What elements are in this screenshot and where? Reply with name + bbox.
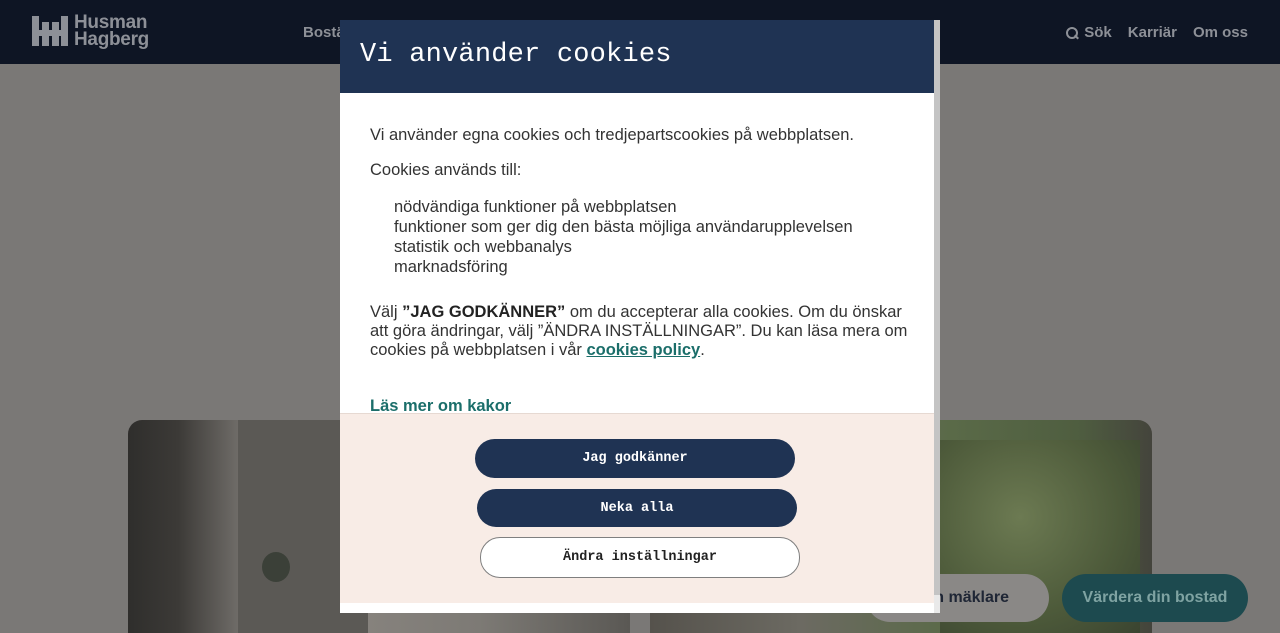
used-for-label: Cookies används till: [370, 161, 522, 179]
list-item: marknadsföring [394, 258, 508, 276]
cookie-policy-link[interactable]: cookies policy [586, 341, 700, 359]
cookie-uses-list: nödvändiga funktioner på webbplatsen fun… [394, 197, 853, 277]
dialog-footer: Jag godkänner Neka alla Ändra inställnin… [340, 413, 934, 603]
intro-text: Vi använder egna cookies och tredjeparts… [370, 126, 855, 144]
accept-all-button[interactable]: Jag godkänner [475, 439, 795, 478]
choose-text: Välj ”JAG GODKÄNNER” om du accepterar al… [370, 303, 908, 359]
list-item: nödvändiga funktioner på webbplatsen [394, 198, 677, 216]
list-item: funktioner som ger dig den bästa möjliga… [394, 218, 853, 236]
list-item: statistik och webbanalys [394, 238, 572, 256]
scrollbar-thumb[interactable] [934, 20, 940, 595]
dialog-scrollbar[interactable] [934, 20, 940, 613]
cookie-dialog: Vi använder cookies Vi använder egna coo… [340, 20, 940, 613]
dialog-title: Vi använder cookies [360, 40, 672, 70]
dialog-header: Vi använder cookies [340, 20, 934, 93]
deny-all-button[interactable]: Neka alla [477, 489, 797, 527]
change-settings-button[interactable]: Ändra inställningar [480, 537, 800, 578]
